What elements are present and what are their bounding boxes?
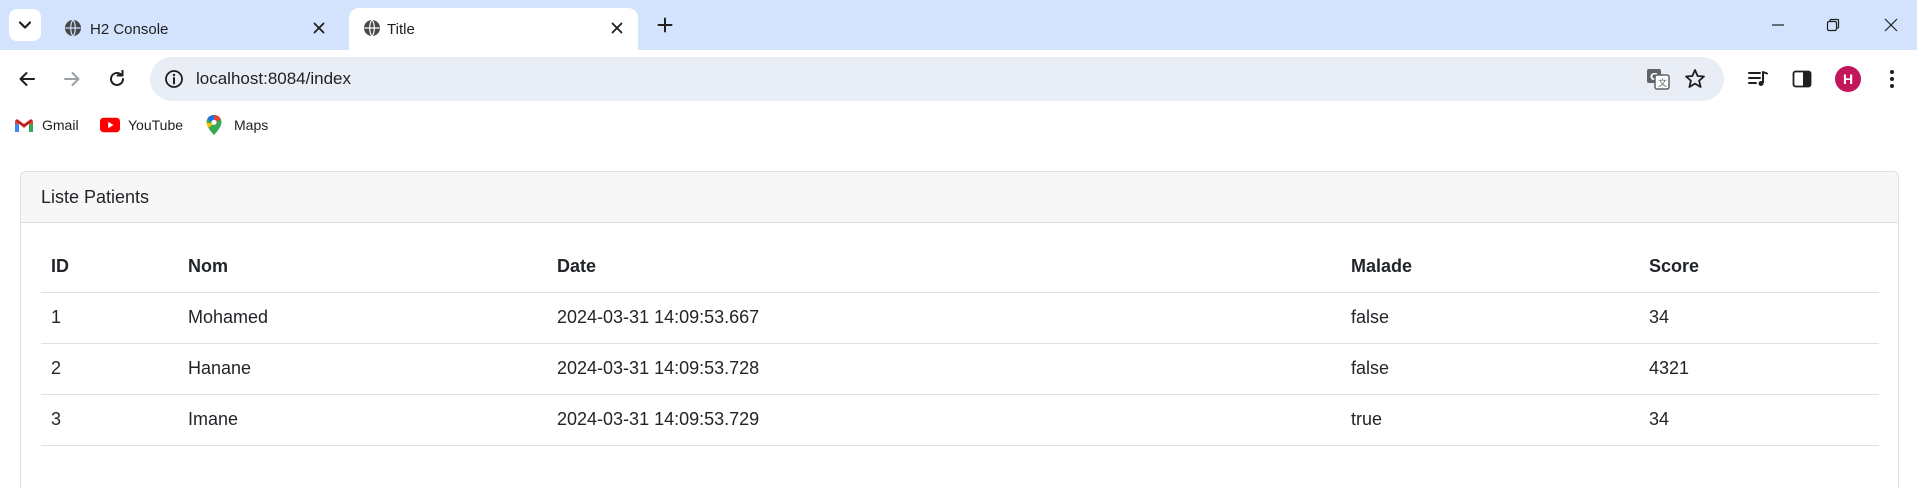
address-bar[interactable]: localhost:8084/index G 文: [150, 57, 1724, 101]
table-header-row: ID Nom Date Malade Score: [41, 242, 1879, 293]
restore-button[interactable]: [1818, 10, 1848, 40]
patients-card: Liste Patients ID Nom Date Malade Score …: [20, 171, 1899, 488]
media-controls-button[interactable]: [1743, 64, 1773, 94]
cell-score: 4321: [1639, 343, 1879, 395]
profile-avatar[interactable]: H: [1835, 66, 1861, 92]
card-header: Liste Patients: [21, 172, 1898, 223]
close-window-button[interactable]: [1876, 10, 1906, 40]
tab-title-active[interactable]: Title: [349, 8, 638, 50]
close-icon[interactable]: [308, 17, 330, 39]
url-text[interactable]: localhost:8084/index: [196, 69, 351, 89]
maps-icon: [206, 115, 226, 135]
side-panel-icon: [1792, 70, 1812, 88]
more-vert-icon: [1890, 70, 1894, 88]
globe-icon: [65, 19, 81, 37]
close-icon[interactable]: [606, 17, 628, 39]
chevron-down-icon: [18, 21, 32, 29]
column-header-malade: Malade: [1341, 242, 1639, 293]
column-header-date: Date: [547, 242, 1341, 293]
cell-id: 2: [41, 343, 178, 395]
bookmark-label: Gmail: [42, 117, 79, 133]
cell-date: 2024-03-31 14:09:53.667: [547, 292, 1341, 344]
column-header-nom: Nom: [178, 242, 547, 293]
bookmark-gmail[interactable]: Gmail: [14, 114, 79, 136]
bookmarks-bar: Gmail YouTube Maps: [0, 108, 1917, 142]
cell-malade: true: [1341, 394, 1639, 446]
minimize-icon: [1772, 24, 1784, 26]
browser-menu-button[interactable]: [1877, 64, 1907, 94]
globe-icon: [364, 19, 380, 37]
svg-text:文: 文: [1658, 77, 1667, 89]
site-info-icon[interactable]: [164, 69, 184, 89]
browser-toolbar: localhost:8084/index G 文 H: [0, 50, 1917, 108]
patients-table: ID Nom Date Malade Score 1 Mohamed 2024-…: [41, 242, 1879, 446]
table-row: 2 Hanane 2024-03-31 14:09:53.728 false 4…: [41, 343, 1879, 395]
table-row: 1 Mohamed 2024-03-31 14:09:53.667 false …: [41, 292, 1879, 344]
tab-title: H2 Console: [90, 21, 169, 38]
back-button[interactable]: [10, 62, 44, 96]
bookmark-label: Maps: [234, 117, 269, 133]
restore-icon: [1826, 18, 1840, 32]
bookmark-maps[interactable]: Maps: [206, 114, 268, 136]
forward-button[interactable]: [55, 62, 89, 96]
bookmark-youtube[interactable]: YouTube: [100, 114, 183, 136]
patients-table-wrapper: ID Nom Date Malade Score 1 Mohamed 2024-…: [41, 242, 1879, 446]
reload-icon: [110, 70, 124, 86]
cell-date: 2024-03-31 14:09:53.728: [547, 343, 1341, 395]
tab-title: Title: [387, 21, 415, 38]
cell-malade: false: [1341, 343, 1639, 395]
youtube-icon: [100, 117, 120, 133]
tab-h2-console[interactable]: H2 Console: [50, 8, 340, 50]
new-tab-button[interactable]: [651, 11, 679, 39]
tab-strip: H2 Console Title: [0, 0, 1917, 50]
cell-date: 2024-03-31 14:09:53.729: [547, 394, 1341, 446]
minimize-button[interactable]: [1763, 10, 1793, 40]
table-row: 3 Imane 2024-03-31 14:09:53.729 true 34: [41, 394, 1879, 446]
cell-nom: Hanane: [178, 343, 547, 395]
cell-malade: false: [1341, 292, 1639, 344]
bookmark-star-icon[interactable]: [1684, 68, 1706, 90]
cell-nom: Imane: [178, 394, 547, 446]
side-panel-button[interactable]: [1787, 64, 1817, 94]
plus-icon: [657, 17, 673, 33]
column-header-id: ID: [41, 242, 178, 293]
arrow-right-icon: [64, 72, 80, 86]
cell-nom: Mohamed: [178, 292, 547, 344]
close-icon: [1884, 18, 1898, 32]
bookmark-label: YouTube: [128, 117, 184, 133]
cell-score: 34: [1639, 292, 1879, 344]
queue-music-icon: [1748, 71, 1768, 86]
gmail-icon: [14, 117, 34, 133]
reload-button[interactable]: [100, 62, 134, 96]
tab-search-button[interactable]: [9, 9, 41, 41]
cell-id: 1: [41, 292, 178, 344]
cell-id: 3: [41, 394, 178, 446]
arrow-left-icon: [19, 72, 35, 86]
column-header-score: Score: [1639, 242, 1879, 293]
translate-icon[interactable]: G 文: [1646, 68, 1670, 90]
cell-score: 34: [1639, 394, 1879, 446]
